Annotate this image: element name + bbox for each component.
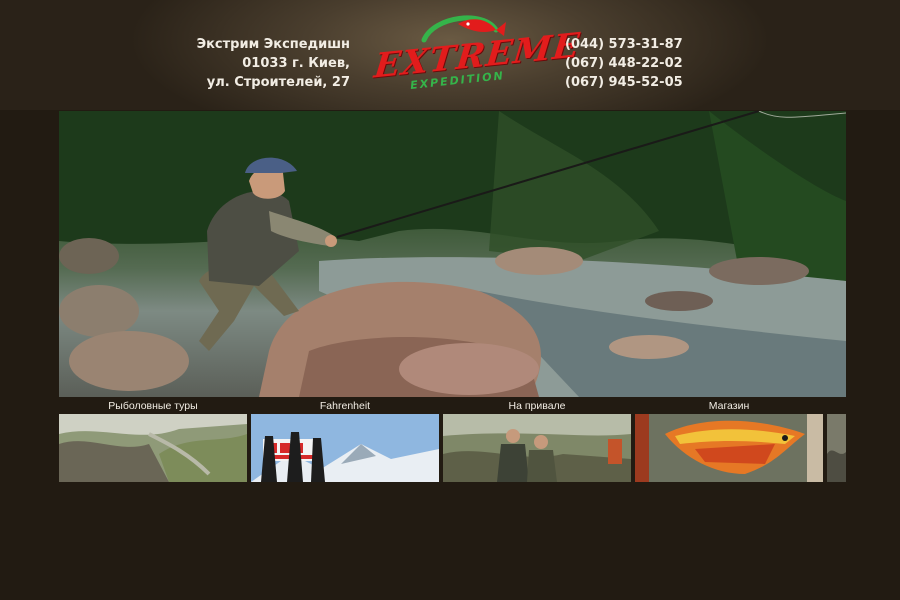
address-street: ул. Строителей, 27 — [206, 75, 350, 90]
nav-item-shop[interactable]: Магазин — [635, 399, 823, 483]
phone-number: (044) 573-31-87 — [565, 37, 683, 52]
camp-thumbnail[interactable] — [443, 414, 631, 482]
company-name: Экстрим Экспедишн — [196, 37, 350, 52]
section-nav: Рыболовные туры Fahrenheit На привале Ма… — [59, 399, 846, 483]
nav-item-label: Магазин — [708, 400, 750, 412]
nav-item-label: Fahrenheit — [319, 400, 371, 412]
nav-item-label: На привале — [508, 400, 566, 412]
fahrenheit-thumbnail[interactable] — [251, 414, 439, 482]
contact-phones: (044) 573-31-87 (067) 448-22-02 (067) 94… — [565, 35, 683, 92]
fishing-tours-thumbnail[interactable] — [59, 414, 247, 482]
page-header: Экстрим Экспедишн 01033 г. Киев, ул. Стр… — [0, 0, 900, 110]
hero-banner — [59, 111, 846, 397]
phone-number: (067) 448-22-02 — [565, 56, 683, 71]
address-city: 01033 г. Киев, — [242, 56, 350, 71]
phone-number: (067) 945-52-05 — [565, 75, 683, 90]
nav-item-camp[interactable]: На привале — [443, 399, 631, 483]
site-logo[interactable]: EXTREME EXPEDITION — [372, 10, 582, 100]
shop-thumbnail[interactable] — [635, 414, 823, 482]
nav-item-fishing-tours[interactable]: Рыболовные туры — [59, 399, 247, 483]
more-thumbnail[interactable] — [827, 414, 846, 482]
nav-item-more[interactable] — [827, 399, 846, 483]
nav-item-label: Рыболовные туры — [108, 400, 198, 412]
contact-address: Экстрим Экспедишн 01033 г. Киев, ул. Стр… — [197, 35, 350, 92]
nav-item-fahrenheit[interactable]: Fahrenheit — [251, 399, 439, 483]
hero-fishing-photo — [59, 111, 846, 397]
